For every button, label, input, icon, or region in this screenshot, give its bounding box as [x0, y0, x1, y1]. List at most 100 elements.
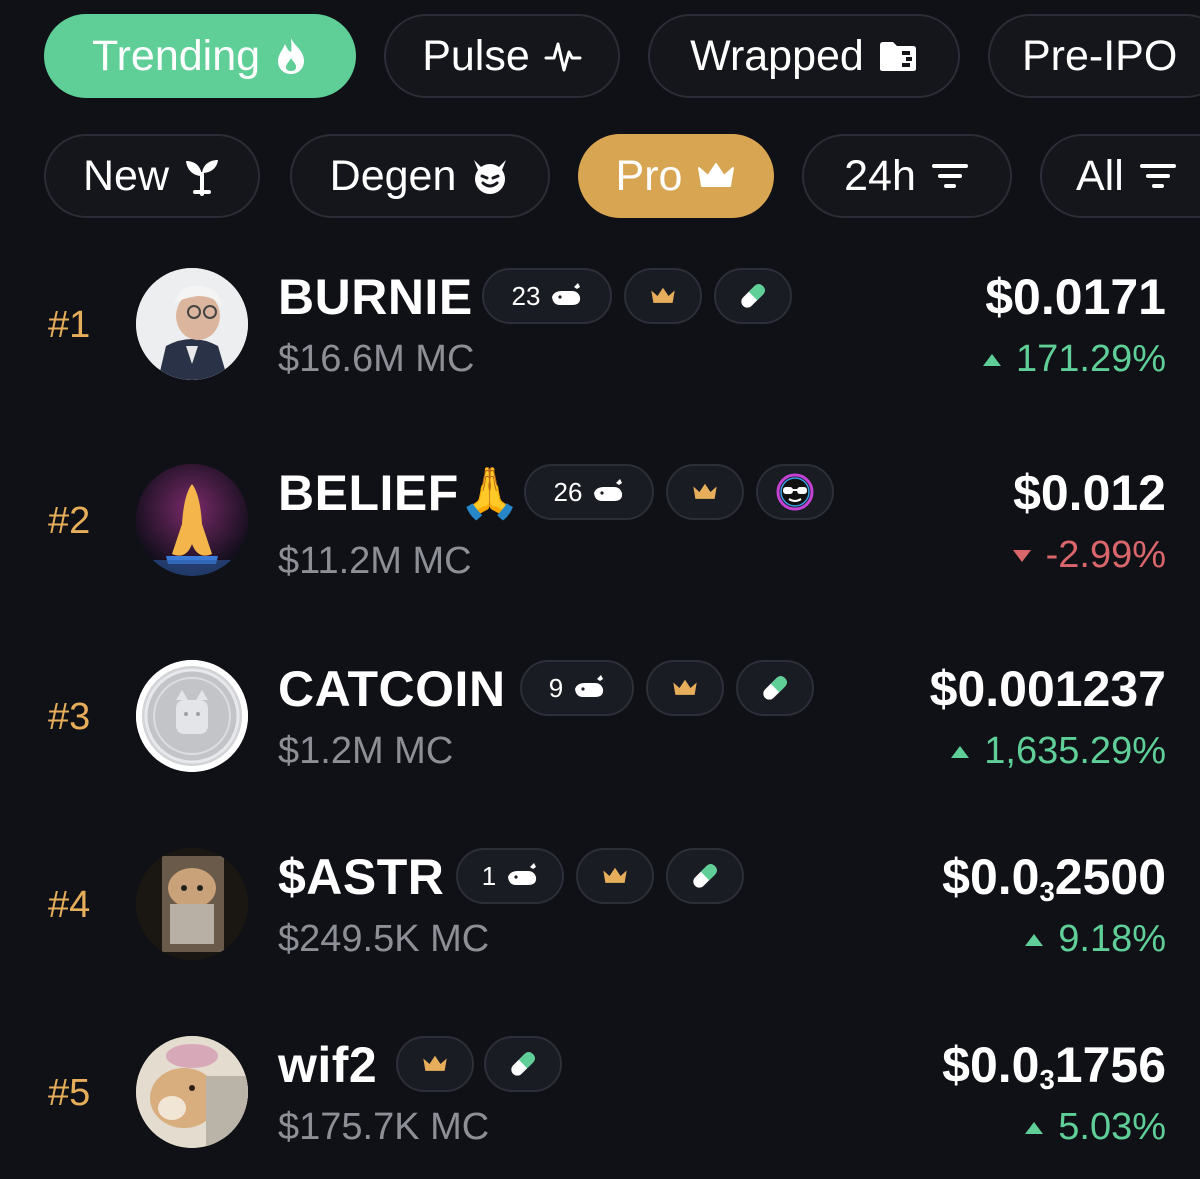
whale-count: 26 — [553, 476, 583, 507]
filter-degen-label: Degen — [329, 151, 457, 200]
pill-badge[interactable] — [714, 268, 792, 324]
token-change-value: 9.18% — [1058, 918, 1166, 960]
whale-count-badge[interactable]: 9 — [520, 660, 634, 716]
filter-24h-label: 24h — [844, 151, 916, 200]
crown-badge[interactable] — [624, 268, 702, 324]
filter-new-label: New — [82, 151, 170, 200]
token-rank: #4 — [48, 884, 91, 926]
token-change: 171.29% — [982, 338, 1166, 381]
pill-badge[interactable] — [484, 1036, 562, 1092]
crown-icon — [673, 679, 697, 695]
filter-row: New Degen Pro 24h All — [0, 134, 1200, 218]
token-market-cap: $11.2M MC — [278, 540, 472, 582]
filter-24h[interactable]: 24h — [802, 134, 1012, 218]
token-row[interactable]: #4 $ASTR 1 $249.5K MC $0.032500 9.18% — [0, 830, 1200, 980]
pill-icon — [741, 283, 766, 308]
token-change: 1,635.29% — [950, 730, 1166, 773]
arrow-up-icon — [1025, 1121, 1044, 1134]
token-price: $0.001237 — [929, 661, 1166, 717]
token-change: -2.99% — [1012, 534, 1166, 577]
pill-badge[interactable] — [736, 660, 814, 716]
crown-icon — [698, 163, 735, 187]
token-rank: #2 — [48, 500, 91, 542]
token-rank: #5 — [48, 1072, 91, 1114]
whale-count: 9 — [548, 672, 564, 703]
token-market-cap: $1.2M MC — [278, 730, 454, 772]
flame-icon — [278, 38, 305, 74]
top-tabs: Trending Pulse Wrapped Pre-IPO — [0, 14, 1200, 98]
crown-icon — [603, 867, 627, 883]
token-change-value: 5.03% — [1058, 1106, 1166, 1148]
whale-count-badge[interactable]: 1 — [456, 848, 564, 904]
tab-pulse[interactable]: Pulse — [384, 14, 620, 98]
crown-badge[interactable] — [576, 848, 654, 904]
pill-icon — [693, 863, 718, 888]
token-market-cap: $16.6M MC — [278, 338, 475, 380]
crown-badge[interactable] — [666, 464, 744, 520]
whale-icon — [552, 283, 581, 305]
filter-pro-label: Pro — [615, 151, 683, 200]
filter-new[interactable]: New — [44, 134, 260, 218]
token-name: BELIEF🙏 — [278, 465, 522, 521]
arrow-up-icon — [982, 353, 1001, 366]
token-change-value: -2.99% — [1045, 534, 1166, 576]
tab-pulse-label: Pulse — [422, 31, 530, 80]
whale-icon — [594, 479, 623, 501]
crown-badge[interactable] — [646, 660, 724, 716]
filter-all[interactable]: All — [1040, 134, 1200, 218]
filter-degen[interactable]: Degen — [290, 134, 550, 218]
tab-pre-ipo[interactable]: Pre-IPO — [988, 14, 1200, 98]
token-avatar — [136, 848, 248, 960]
token-name: $ASTR — [278, 849, 445, 905]
whale-count: 1 — [481, 860, 497, 891]
token-avatar — [136, 1036, 248, 1148]
goggles-icon — [776, 473, 814, 511]
token-rank: #3 — [48, 696, 91, 738]
token-row[interactable]: #1 BURNIE 23 $16.6M MC $0.0171 171.29% — [0, 250, 1200, 400]
token-row[interactable]: #2 BELIEF🙏 26 $11.2M MC $0.012 -2.99% — [0, 446, 1200, 596]
token-change: 5.03% — [1024, 1106, 1166, 1149]
arrow-down-icon — [1012, 549, 1031, 562]
tab-trending-label: Trending — [91, 31, 261, 80]
devil-icon — [474, 160, 507, 194]
sprout-icon — [186, 160, 219, 196]
tab-trending[interactable]: Trending — [44, 14, 356, 98]
sort-icon — [1139, 164, 1176, 188]
whale-icon — [508, 863, 537, 885]
arrow-up-icon — [951, 745, 970, 758]
filter-pro[interactable]: Pro — [578, 134, 774, 218]
tab-wrapped-label: Wrapped — [690, 31, 864, 80]
sort-icon — [931, 164, 968, 188]
whale-count: 23 — [511, 280, 541, 311]
crown-badge[interactable] — [396, 1036, 474, 1092]
tab-pre-ipo-label: Pre-IPO — [1022, 31, 1178, 80]
token-change-value: 171.29% — [1015, 338, 1166, 380]
token-row[interactable]: #3 CATCOIN 9 $1.2M MC $0.001237 1,635.29… — [0, 642, 1200, 792]
pill-badge[interactable] — [666, 848, 744, 904]
token-change: 9.18% — [1024, 918, 1166, 961]
token-price: $0.012 — [1013, 465, 1166, 521]
token-name: BURNIE — [278, 269, 473, 325]
whale-count-badge[interactable]: 23 — [482, 268, 612, 324]
token-market-cap: $175.7K MC — [278, 1106, 490, 1148]
token-market-cap: $249.5K MC — [278, 918, 490, 960]
whale-count-badge[interactable]: 26 — [524, 464, 654, 520]
goggles-badge[interactable] — [756, 464, 834, 520]
token-avatar — [136, 268, 248, 380]
filter-all-label: All — [1076, 151, 1124, 200]
token-name: wif2 — [278, 1037, 378, 1093]
token-avatar — [136, 464, 248, 576]
token-avatar — [136, 660, 248, 772]
token-name: CATCOIN — [278, 661, 506, 717]
crown-icon — [693, 483, 717, 499]
token-row[interactable]: #5 wif2 $175.7K MC $0.031756 5.03% — [0, 1018, 1200, 1168]
whale-icon — [575, 675, 604, 697]
tab-wrapped[interactable]: Wrapped — [648, 14, 960, 98]
crown-icon — [651, 287, 675, 303]
crown-icon — [423, 1055, 447, 1071]
arrow-up-icon — [1025, 933, 1044, 946]
token-change-value: 1,635.29% — [984, 730, 1166, 772]
token-price: $0.0171 — [985, 269, 1166, 325]
folder-icon — [879, 42, 916, 71]
pill-icon — [511, 1051, 536, 1076]
